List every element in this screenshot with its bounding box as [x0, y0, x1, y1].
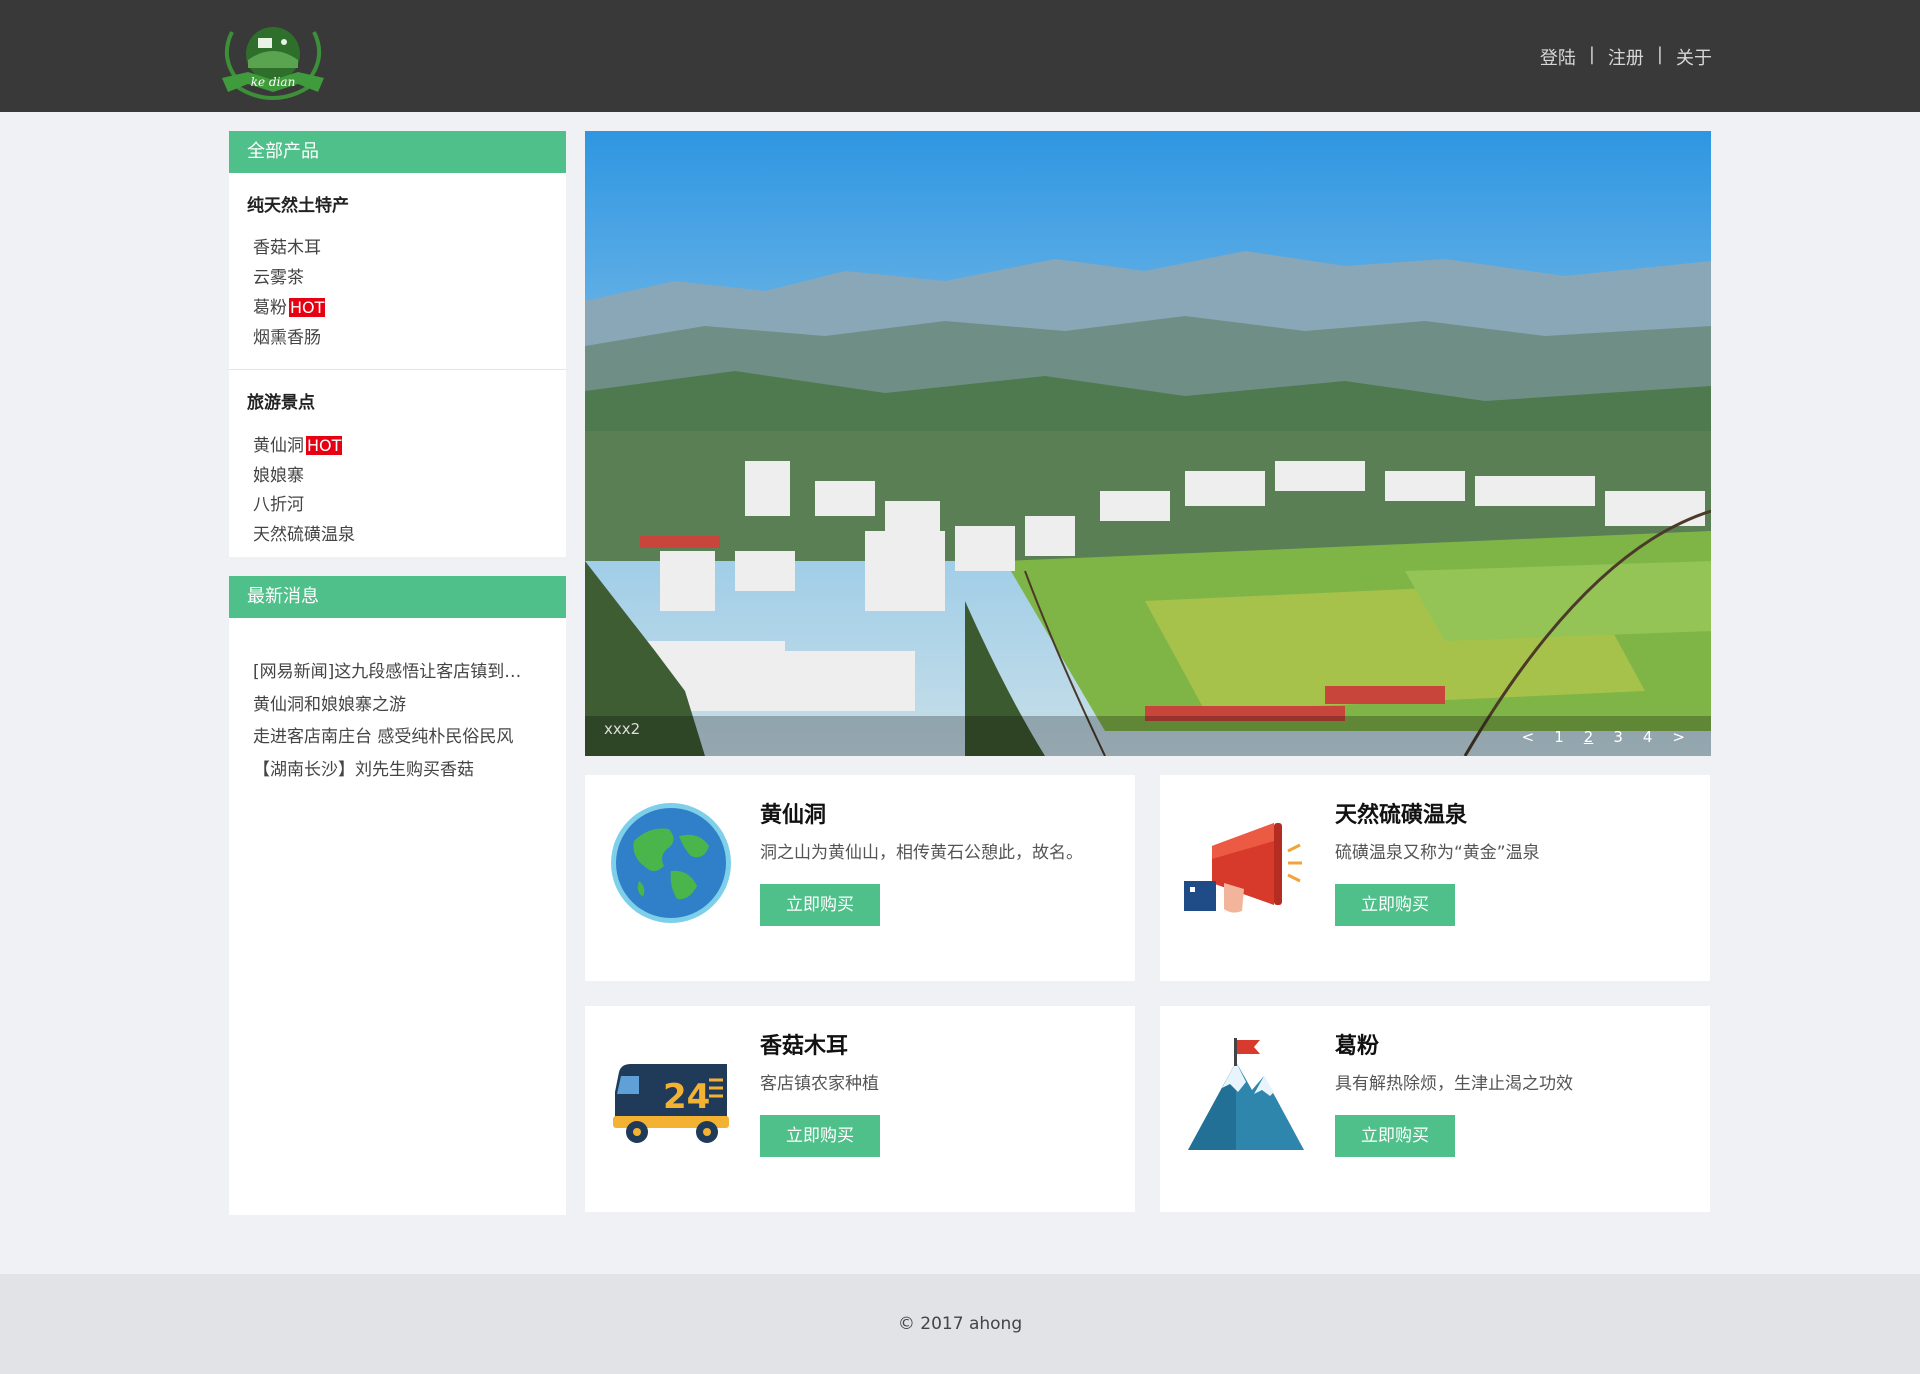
top-nav: 登陆 | 注册 | 关于: [1540, 44, 1712, 70]
category-item-label: 黄仙洞: [253, 436, 304, 456]
category-group: 纯天然土特产 香菇木耳 云雾茶 葛粉 HOT 烟熏香肠: [229, 173, 566, 369]
buy-now-button[interactable]: 立即购买: [1335, 884, 1455, 926]
category-group: 旅游景点 黄仙洞 HOT 娘娘寨 八折河 天然硫磺温泉: [229, 370, 566, 566]
category-title: 旅游景点: [247, 393, 315, 413]
news-item[interactable]: 【湖南长沙】刘先生购买香菇: [253, 754, 548, 787]
category-item[interactable]: 天然硫磺温泉: [247, 521, 548, 551]
card-description: 具有解热除烦，生津止渴之功效: [1335, 1074, 1573, 1094]
card-title: 黄仙洞: [760, 803, 827, 828]
product-card: 24 香菇木耳 客店镇农家种植 立即购买: [585, 1006, 1135, 1212]
banner-next-button[interactable]: >: [1672, 728, 1685, 746]
hot-badge: HOT: [306, 436, 343, 455]
buy-now-button[interactable]: 立即购买: [760, 1115, 880, 1157]
category-item-label: 葛粉: [253, 298, 287, 318]
nav-separator: |: [1656, 44, 1663, 65]
banner-page-2[interactable]: 2: [1584, 728, 1594, 746]
news-panel-title: 最新消息: [229, 576, 566, 618]
products-panel-title: 全部产品: [229, 131, 566, 173]
register-link[interactable]: 注册: [1608, 44, 1644, 70]
banner-page-4[interactable]: 4: [1643, 728, 1653, 746]
product-card: 天然硫磺温泉 硫磺温泉又称为“黄金”温泉 立即购买: [1160, 775, 1710, 981]
category-item[interactable]: 云雾茶: [247, 264, 548, 294]
category-item-label: 香菇木耳: [253, 238, 321, 258]
logo-text: ke dian: [251, 75, 296, 89]
news-list: [网易新闻]这九段感悟让客店镇到… 黄仙洞和娘娘寨之游 走进客店南庄台 感受纯朴…: [229, 618, 566, 786]
login-link[interactable]: 登陆: [1540, 44, 1576, 70]
product-card: 葛粉 具有解热除烦，生津止渴之功效 立即购买: [1160, 1006, 1710, 1212]
category-item-label: 天然硫磺温泉: [253, 524, 355, 545]
megaphone-icon: [1184, 823, 1302, 913]
globe-icon: [611, 803, 731, 923]
products-panel: 全部产品 纯天然土特产 香菇木耳 云雾茶 葛粉 HOT 烟熏香肠 旅游景点 黄仙洞…: [229, 131, 566, 557]
top-bar: ke dian 登陆 | 注册 | 关于: [0, 0, 1920, 112]
category-item[interactable]: 烟熏香肠: [247, 324, 548, 354]
nav-separator: |: [1588, 44, 1595, 65]
category-item-label: 娘娘寨: [253, 465, 304, 486]
card-title: 葛粉: [1335, 1034, 1380, 1059]
card-title: 天然硫磺温泉: [1335, 803, 1468, 828]
news-item[interactable]: [网易新闻]这九段感悟让客店镇到…: [253, 656, 548, 689]
banner-page-1[interactable]: 1: [1554, 728, 1564, 746]
banner-caption: xxx2: [604, 720, 641, 738]
category-item[interactable]: 娘娘寨: [247, 462, 548, 492]
category-item-label: 八折河: [253, 495, 304, 515]
copyright-text: © 2017 ahong: [897, 1314, 1023, 1334]
footer: © 2017 ahong: [0, 1274, 1920, 1374]
banner-carousel[interactable]: xxx2 < 1 2 3 4 >: [585, 131, 1711, 756]
about-link[interactable]: 关于: [1676, 44, 1712, 70]
buy-now-button[interactable]: 立即购买: [760, 884, 880, 926]
category-item[interactable]: 香菇木耳: [247, 234, 548, 264]
category-item[interactable]: 黄仙洞 HOT: [247, 431, 548, 462]
card-description: 硫磺温泉又称为“黄金”温泉: [1335, 843, 1540, 863]
category-title: 纯天然土特产: [247, 196, 349, 216]
card-title: 香菇木耳: [760, 1034, 849, 1059]
banner-page-3[interactable]: 3: [1613, 728, 1623, 746]
category-item-label: 云雾茶: [253, 267, 304, 288]
news-item[interactable]: 黄仙洞和娘娘寨之游: [253, 689, 548, 722]
banner-image: [585, 131, 1711, 756]
news-item[interactable]: 走进客店南庄台 感受纯朴民俗民风: [253, 721, 548, 754]
banner-pagination: < 1 2 3 4 >: [1522, 728, 1685, 746]
news-panel: 最新消息 [网易新闻]这九段感悟让客店镇到… 黄仙洞和娘娘寨之游 走进客店南庄台…: [229, 576, 566, 1215]
card-description: 洞之山为黄仙山，相传黄石公憩此，故名。: [760, 843, 1083, 863]
category-item[interactable]: 八折河: [247, 491, 548, 521]
logo-icon[interactable]: ke dian: [218, 20, 328, 102]
hot-badge: HOT: [289, 298, 326, 317]
buy-now-button[interactable]: 立即购买: [1335, 1115, 1455, 1157]
svg-text:24: 24: [663, 1077, 710, 1117]
mountain-flag-icon: [1188, 1038, 1304, 1150]
category-item[interactable]: 葛粉 HOT: [247, 293, 548, 324]
product-card: 黄仙洞 洞之山为黄仙山，相传黄石公憩此，故名。 立即购买: [585, 775, 1135, 981]
category-item-label: 烟熏香肠: [253, 327, 321, 348]
delivery-truck-icon: 24: [613, 1064, 729, 1143]
card-description: 客店镇农家种植: [760, 1074, 879, 1094]
banner-prev-button[interactable]: <: [1522, 728, 1535, 746]
